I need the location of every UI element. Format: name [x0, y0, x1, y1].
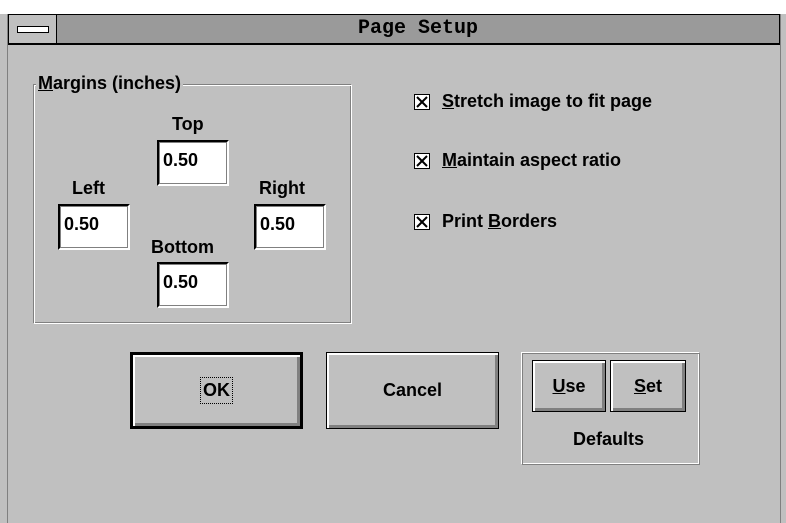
bottom-label: Bottom [151, 237, 214, 257]
print-borders-label: Print Borders [442, 211, 558, 231]
stretch-image-label: Stretch image to fit page [442, 91, 653, 111]
window-title: Page Setup [357, 17, 479, 40]
ok-button-label: OK [200, 377, 233, 404]
print-borders-checkbox[interactable]: Print Borders [414, 211, 557, 232]
defaults-label: Defaults [573, 429, 645, 449]
title-bar[interactable]: Page Setup [8, 14, 780, 44]
top-margin-input[interactable]: 0.50 [157, 140, 229, 186]
x-mark-icon [416, 154, 428, 167]
x-mark-icon [416, 215, 428, 228]
maintain-aspect-checkbox[interactable]: Maintain aspect ratio [414, 150, 621, 171]
x-mark-icon [416, 95, 428, 108]
left-margin-input[interactable]: 0.50 [58, 204, 130, 250]
system-menu-button[interactable] [9, 15, 57, 43]
window-left-border [0, 14, 8, 523]
stretch-image-checkbox[interactable]: Stretch image to fit page [414, 91, 652, 112]
top-strip [0, 0, 786, 14]
checkbox-checked-icon[interactable] [414, 93, 430, 110]
right-label: Right [259, 178, 305, 198]
set-button-label: Set [633, 375, 663, 396]
checkbox-checked-icon[interactable] [414, 152, 430, 169]
use-defaults-button[interactable]: Use [532, 360, 606, 412]
top-label: Top [172, 114, 204, 134]
maintain-aspect-label: Maintain aspect ratio [442, 150, 622, 170]
bottom-margin-input[interactable]: 0.50 [157, 262, 229, 308]
set-defaults-button[interactable]: Set [610, 360, 686, 412]
use-button-label: Use [552, 375, 586, 396]
system-menu-icon [17, 26, 49, 33]
left-label: Left [72, 178, 105, 198]
checkbox-checked-icon[interactable] [414, 213, 430, 230]
margins-group-label: Margins (inches) [36, 72, 184, 94]
title-divider [8, 44, 780, 45]
cancel-button-label: Cancel [382, 380, 443, 400]
window-right-border [780, 14, 786, 523]
ok-button[interactable]: OK [130, 352, 303, 429]
cancel-button[interactable]: Cancel [326, 352, 499, 429]
right-margin-input[interactable]: 0.50 [254, 204, 326, 250]
